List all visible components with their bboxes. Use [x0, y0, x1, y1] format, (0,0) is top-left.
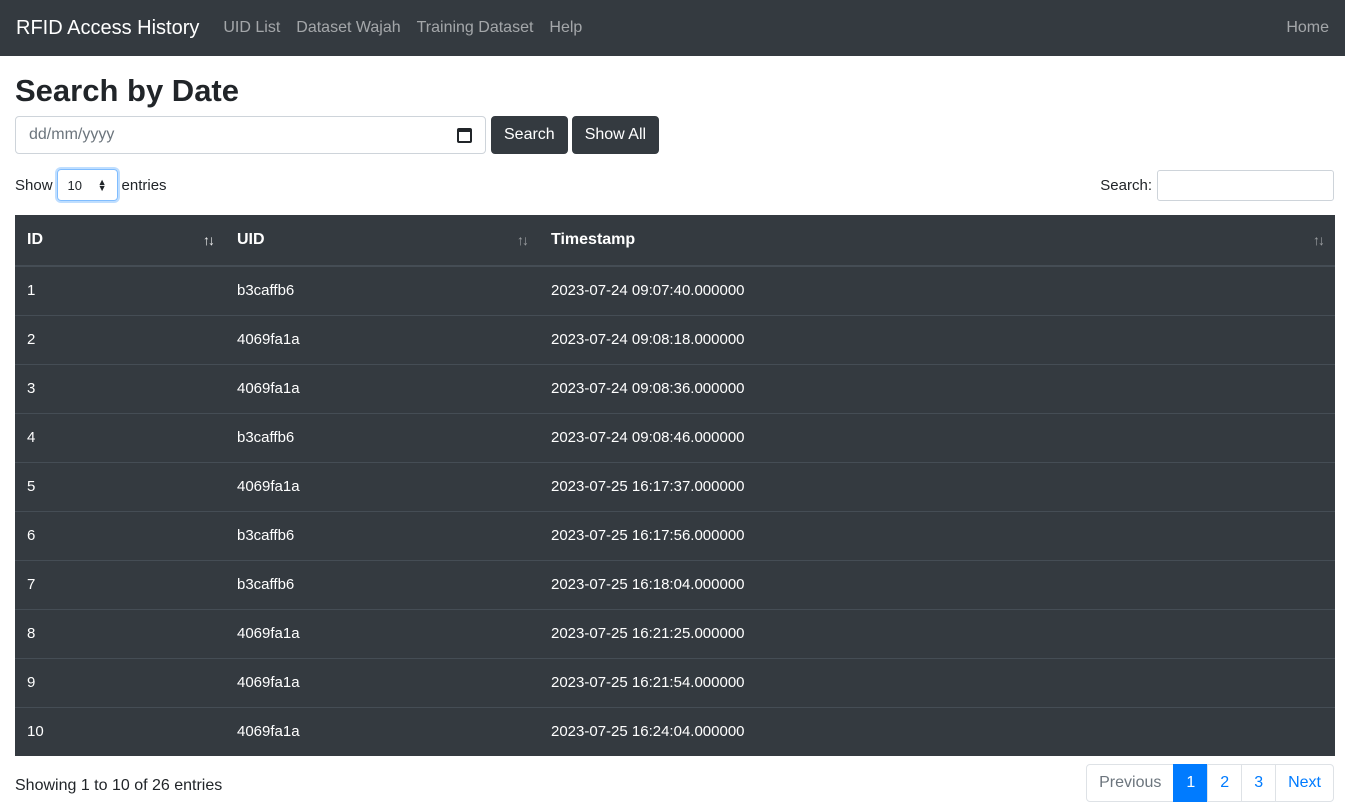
pagination-page-2[interactable]: 2 [1207, 764, 1243, 803]
column-header-uid[interactable]: UID ↑↓ [225, 215, 539, 268]
cell-uid: b3caffb6 [225, 412, 539, 463]
table-row: 10 4069fa1a 2023-07-25 16:24:04.000000 [15, 706, 1335, 757]
cell-id: 9 [15, 657, 225, 708]
cell-uid: 4069fa1a [225, 363, 539, 414]
main-content: Search by Date dd/mm/yyyy Search Show Al… [0, 73, 1345, 803]
cell-id: 3 [15, 363, 225, 414]
date-input-placeholder: dd/mm/yyyy [29, 126, 115, 144]
cell-uid: b3caffb6 [225, 559, 539, 610]
table-row: 6 b3caffb6 2023-07-25 16:17:56.000000 [15, 510, 1335, 561]
sort-icon: ↑↓ [203, 232, 215, 249]
cell-timestamp: 2023-07-24 09:08:36.000000 [539, 363, 1335, 414]
pagination-next[interactable]: Next [1275, 764, 1334, 803]
cell-timestamp: 2023-07-24 09:08:18.000000 [539, 314, 1335, 365]
cell-timestamp: 2023-07-25 16:21:25.000000 [539, 608, 1335, 659]
sort-icon: ↑↓ [517, 232, 529, 249]
table-row: 5 4069fa1a 2023-07-25 16:17:37.000000 [15, 461, 1335, 512]
table-search-input[interactable] [1157, 169, 1334, 201]
pagination-previous[interactable]: Previous [1086, 764, 1175, 803]
cell-id: 7 [15, 559, 225, 610]
cell-timestamp: 2023-07-25 16:24:04.000000 [539, 706, 1335, 757]
cell-timestamp: 2023-07-24 09:07:40.000000 [539, 265, 1335, 316]
cell-uid: 4069fa1a [225, 706, 539, 757]
cell-id: 10 [15, 706, 225, 757]
table-row: 8 4069fa1a 2023-07-25 16:21:25.000000 [15, 608, 1335, 659]
column-label-timestamp: Timestamp [551, 231, 636, 249]
page-title: Search by Date [15, 73, 239, 108]
cell-id: 5 [15, 461, 225, 512]
nav-link-training-dataset[interactable]: Training Dataset [417, 19, 534, 37]
table-filter: Search: [1100, 169, 1334, 201]
cell-id: 8 [15, 608, 225, 659]
table-row: 9 4069fa1a 2023-07-25 16:21:54.000000 [15, 657, 1335, 708]
nav-link-uid-list[interactable]: UID List [223, 19, 280, 37]
cell-uid: 4069fa1a [225, 608, 539, 659]
column-header-id[interactable]: ID ↑↓ [15, 215, 225, 268]
column-label-id: ID [27, 231, 43, 249]
cell-timestamp: 2023-07-24 09:08:46.000000 [539, 412, 1335, 463]
top-navbar: RFID Access History UID List Dataset Waj… [0, 0, 1345, 56]
entries-info: Showing 1 to 10 of 26 entries [15, 777, 223, 795]
column-header-timestamp[interactable]: Timestamp ↑↓ [539, 215, 1335, 268]
pagination-page-1[interactable]: 1 [1173, 764, 1209, 803]
pagination-page-3[interactable]: 3 [1241, 764, 1277, 803]
pagination: Previous 1 2 3 Next [1086, 764, 1334, 803]
page-length-select[interactable]: 10 ▲ ▼ [56, 169, 118, 202]
table-row: 2 4069fa1a 2023-07-24 09:08:18.000000 [15, 314, 1335, 365]
calendar-icon[interactable] [457, 127, 472, 143]
show-label: Show [15, 176, 53, 194]
date-search-form: dd/mm/yyyy Search Show All [15, 116, 1334, 155]
search-button[interactable]: Search [491, 116, 568, 155]
table-row: 1 b3caffb6 2023-07-24 09:07:40.000000 [15, 265, 1335, 316]
nav-link-help[interactable]: Help [549, 19, 582, 37]
table-footer: Showing 1 to 10 of 26 entries Previous 1… [15, 764, 1334, 803]
cell-id: 2 [15, 314, 225, 365]
nav-links: UID List Dataset Wajah Training Dataset … [223, 19, 582, 37]
nav-link-home[interactable]: Home [1286, 19, 1329, 37]
cell-uid: 4069fa1a [225, 657, 539, 708]
cell-timestamp: 2023-07-25 16:17:56.000000 [539, 510, 1335, 561]
select-arrows-icon: ▲ ▼ [97, 177, 107, 194]
table-row: 3 4069fa1a 2023-07-24 09:08:36.000000 [15, 363, 1335, 414]
page-length-control: Show 10 ▲ ▼ entries [15, 169, 167, 202]
page-length-value: 10 [67, 177, 82, 193]
table-controls: Show 10 ▲ ▼ entries Search: [15, 169, 1334, 202]
cell-id: 6 [15, 510, 225, 561]
nav-link-dataset-wajah[interactable]: Dataset Wajah [296, 19, 400, 37]
access-history-table: ID ↑↓ UID ↑↓ Timestamp ↑↓ 1 b3caffb6 2023-07-… [15, 215, 1335, 757]
cell-timestamp: 2023-07-25 16:21:54.000000 [539, 657, 1335, 708]
cell-uid: b3caffb6 [225, 265, 539, 316]
cell-uid: 4069fa1a [225, 314, 539, 365]
cell-uid: 4069fa1a [225, 461, 539, 512]
filter-label: Search: [1100, 176, 1152, 194]
column-label-uid: UID [237, 231, 265, 249]
cell-uid: b3caffb6 [225, 510, 539, 561]
cell-timestamp: 2023-07-25 16:18:04.000000 [539, 559, 1335, 610]
entries-label: entries [121, 176, 167, 194]
sort-icon: ↑↓ [1313, 232, 1325, 249]
navbar-brand[interactable]: RFID Access History [16, 17, 199, 40]
date-input[interactable]: dd/mm/yyyy [15, 116, 486, 155]
show-all-button[interactable]: Show All [571, 116, 660, 155]
table-row: 7 b3caffb6 2023-07-25 16:18:04.000000 [15, 559, 1335, 610]
cell-timestamp: 2023-07-25 16:17:37.000000 [539, 461, 1335, 512]
cell-id: 4 [15, 412, 225, 463]
table-header-row: ID ↑↓ UID ↑↓ Timestamp ↑↓ [15, 215, 1335, 268]
table-row: 4 b3caffb6 2023-07-24 09:08:46.000000 [15, 412, 1335, 463]
cell-id: 1 [15, 265, 225, 316]
